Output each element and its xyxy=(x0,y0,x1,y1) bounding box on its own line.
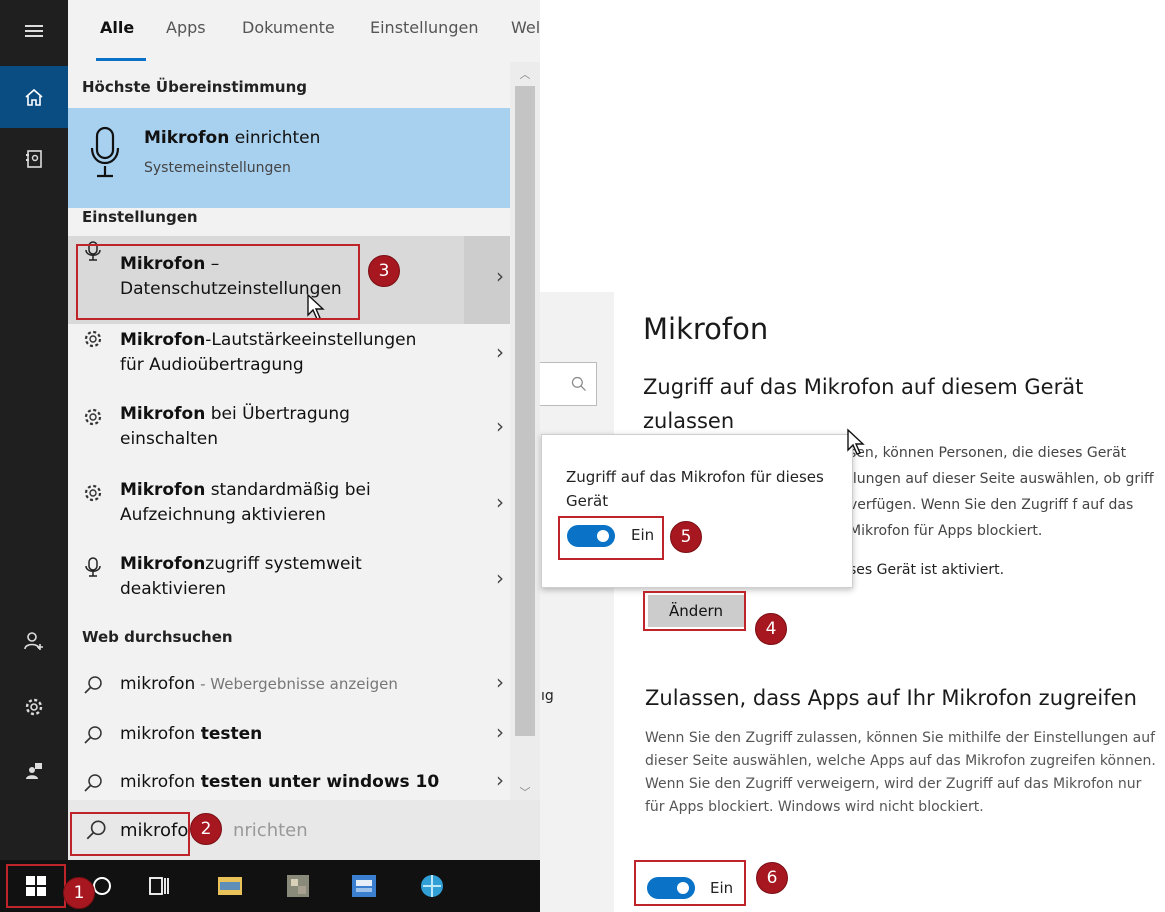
notebook-button[interactable] xyxy=(0,128,68,190)
tab-alle[interactable]: Alle xyxy=(100,18,134,37)
chevron-right-icon[interactable]: › xyxy=(496,414,504,438)
result-mikrofon-lautstaerke[interactable]: Mikrofon-Lautstärkeeinstellungen für Audi… xyxy=(68,324,540,386)
best-match-subtitle: Systemeinstellungen xyxy=(144,160,291,176)
result-label: Mikrofonzugriff systemweit deaktivieren xyxy=(120,554,362,599)
result-label: Mikrofon bei Übertragung einschalten xyxy=(120,404,350,449)
best-match-item[interactable]: Mikrofon einrichten Systemeinstellungen xyxy=(68,108,510,208)
tab-einstellungen[interactable]: Einstellungen xyxy=(370,18,478,37)
chevron-right-icon[interactable]: › xyxy=(496,720,504,744)
task-view-icon[interactable] xyxy=(145,872,173,900)
result-label: Mikrofon-Lautstärkeeinstellungen für Audi… xyxy=(120,330,417,375)
chevron-right-icon[interactable]: › xyxy=(496,264,504,288)
section-best-match: Höchste Übereinstimmung xyxy=(82,78,307,96)
best-match-title: Mikrofon einrichten xyxy=(144,128,321,148)
feedback-button[interactable] xyxy=(0,740,68,802)
start-button[interactable] xyxy=(6,864,66,908)
hamburger-menu-button[interactable] xyxy=(0,0,68,62)
hamburger-icon xyxy=(25,25,43,37)
annotation-highlight-3 xyxy=(76,244,360,320)
notebook-icon xyxy=(26,150,42,168)
section-heading-device-access: Zugriff auf das Mikrofon auf diesem Gerä… xyxy=(643,375,1084,433)
file-explorer-icon[interactable] xyxy=(216,872,244,900)
tab-web[interactable]: Wel xyxy=(511,18,540,37)
device-access-flyout: Zugriff auf das Mikrofon für dieses Gerä… xyxy=(541,434,853,588)
feedback-icon xyxy=(26,763,42,779)
search-icon xyxy=(84,774,102,792)
device-access-status: ses Gerät ist aktiviert. xyxy=(849,562,1005,578)
annotation-highlight-6 xyxy=(634,860,746,906)
microphone-icon xyxy=(85,557,101,577)
web-result[interactable]: mikrofon testen › xyxy=(68,720,540,750)
section-settings: Einstellungen xyxy=(82,208,198,226)
step-badge-3: 3 xyxy=(368,255,400,287)
section-heading-app-access: Zulassen, dass Apps auf Ihr Mikrofon zug… xyxy=(645,686,1137,710)
home-button[interactable] xyxy=(0,66,68,128)
step-badge-1: 1 xyxy=(63,877,95,909)
app-icon[interactable] xyxy=(284,872,312,900)
gear-icon xyxy=(25,698,43,716)
scroll-up-icon[interactable]: ︿ xyxy=(514,66,536,82)
mouse-cursor-icon xyxy=(847,428,865,455)
chevron-right-icon[interactable]: › xyxy=(496,566,504,590)
annotation-highlight-4 xyxy=(643,591,746,631)
add-user-icon xyxy=(24,632,43,650)
step-badge-4: 4 xyxy=(755,613,787,645)
chevron-right-icon[interactable]: › xyxy=(496,768,504,792)
search-results: Höchste Übereinstimmung Mikrofon einrich… xyxy=(68,62,540,828)
search-icon xyxy=(84,726,102,744)
windows-logo-icon xyxy=(26,876,46,896)
section-web: Web durchsuchen xyxy=(82,628,233,646)
tab-dokumente[interactable]: Dokumente xyxy=(242,18,335,37)
gear-icon xyxy=(84,484,102,502)
search-panel: Alle Apps Dokumente Einstellungen Wel Hö… xyxy=(68,0,540,860)
app-icon[interactable] xyxy=(418,872,446,900)
device-access-description: sen, können Personen, die dieses Gerät l… xyxy=(849,445,1154,539)
search-icon xyxy=(571,376,586,391)
nav-label-fragment: ıg xyxy=(541,688,554,704)
app-access-description: Wenn Sie den Zugriff zulassen, können Si… xyxy=(645,730,1156,815)
step-badge-6: 6 xyxy=(756,862,788,894)
chevron-right-icon[interactable]: › xyxy=(496,490,504,514)
start-menu-rail xyxy=(0,0,68,860)
chevron-right-icon[interactable]: › xyxy=(496,340,504,364)
result-label: mikrofon - Webergebnisse anzeigen xyxy=(120,674,398,694)
result-label: mikrofon testen xyxy=(120,724,263,744)
result-label: Mikrofon standardmäßig bei Aufzeichnung a… xyxy=(120,480,371,525)
microphone-icon xyxy=(90,126,120,178)
gear-icon xyxy=(84,330,102,348)
step-badge-5: 5 xyxy=(670,521,702,553)
result-mikrofon-standard[interactable]: Mikrofon standardmäßig bei Aufzeichnung a… xyxy=(68,478,540,540)
gear-icon xyxy=(84,408,102,426)
result-mikrofon-uebertragung[interactable]: Mikrofon bei Übertragung einschalten › xyxy=(68,402,540,464)
page-title: Mikrofon xyxy=(643,312,769,346)
search-autocomplete-text: nrichten xyxy=(233,820,308,841)
web-result[interactable]: mikrofon - Webergebnisse anzeigen › xyxy=(68,670,540,700)
scroll-down-icon[interactable]: ﹀ xyxy=(514,784,536,800)
result-mikrofonzugriff[interactable]: Mikrofonzugriff systemweit deaktivieren › xyxy=(68,552,540,614)
app-icon[interactable] xyxy=(350,872,378,900)
home-icon xyxy=(25,88,43,106)
search-icon xyxy=(84,676,102,694)
step-badge-2: 2 xyxy=(190,813,222,845)
scrollbar-thumb[interactable] xyxy=(515,86,535,736)
active-tab-indicator xyxy=(96,58,146,61)
annotation-highlight-5 xyxy=(558,516,664,560)
settings-button[interactable] xyxy=(0,676,68,738)
chevron-right-icon[interactable]: › xyxy=(496,670,504,694)
result-label: mikrofon testen unter windows 10 xyxy=(120,772,440,792)
search-filter-tabs: Alle Apps Dokumente Einstellungen Wel xyxy=(68,0,540,62)
web-result[interactable]: mikrofon testen unter windows 10 › xyxy=(68,768,540,798)
settings-search-box[interactable] xyxy=(540,362,597,406)
tab-apps[interactable]: Apps xyxy=(166,18,206,37)
user-account-button[interactable] xyxy=(0,610,68,672)
annotation-highlight-2 xyxy=(70,812,190,856)
flyout-label: Zugriff auf das Mikrofon für dieses Gerä… xyxy=(566,468,824,510)
